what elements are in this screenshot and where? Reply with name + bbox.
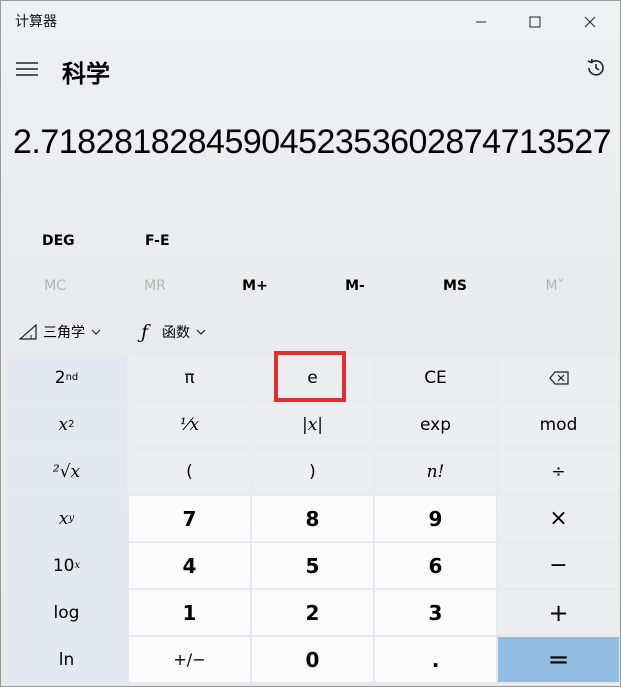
power-button[interactable]: xy (6, 496, 127, 541)
divide-button[interactable]: ÷ (498, 449, 619, 494)
digit-6-button[interactable]: 6 (375, 543, 496, 588)
keypad: 2nd π e CE x2 ⅟x |x| exp mod ²√x ( ) n! … (6, 355, 619, 682)
second-button[interactable]: 2nd (6, 355, 127, 400)
header: 科学 (1, 45, 620, 93)
chevron-down-icon (91, 329, 101, 335)
negate-button[interactable]: +/− (129, 637, 250, 682)
reciprocal-button[interactable]: ⅟x (129, 402, 250, 447)
minimize-icon (476, 21, 486, 23)
history-icon (587, 58, 604, 76)
exp-button[interactable]: exp (375, 402, 496, 447)
close-button[interactable] (567, 5, 613, 39)
square-button[interactable]: x2 (6, 402, 127, 447)
triangle-ruler-icon (19, 324, 37, 340)
hamburger-icon (16, 62, 38, 76)
mode-title: 科学 (62, 60, 110, 88)
menu-button[interactable] (11, 53, 43, 85)
calculator-window: 计算器 科学 2.7182818284590452353602874713527… (0, 0, 621, 687)
maximize-icon (529, 16, 541, 28)
ten-power-button[interactable]: 10 x (6, 543, 127, 588)
add-button[interactable]: + (498, 590, 619, 635)
factorial-button[interactable]: n! (375, 449, 496, 494)
minimize-button[interactable] (458, 5, 504, 39)
clear-entry-button[interactable]: CE (375, 355, 496, 400)
digit-5-button[interactable]: 5 (252, 543, 373, 588)
trig-dropdown[interactable]: 三角学 (19, 319, 101, 345)
backspace-icon (548, 370, 569, 385)
digit-3-button[interactable]: 3 (375, 590, 496, 635)
mod-button[interactable]: mod (498, 402, 619, 447)
square-root-button[interactable]: ²√x (6, 449, 127, 494)
function-label: 函数 (162, 325, 191, 341)
equals-button[interactable]: = (498, 637, 619, 682)
app-title: 计算器 (15, 14, 57, 30)
log-button[interactable]: log (6, 590, 127, 635)
result-display: 2.7182818284590452353602874713527 (13, 123, 612, 161)
backspace-button[interactable] (498, 355, 619, 400)
digit-1-button[interactable]: 1 (129, 590, 250, 635)
memory-add-button[interactable]: M+ (205, 269, 305, 303)
e-button[interactable]: e (252, 355, 373, 400)
memory-store-button[interactable]: MS (405, 269, 505, 303)
ln-button[interactable]: ln (6, 637, 127, 682)
digit-2-button[interactable]: 2 (252, 590, 373, 635)
digit-4-button[interactable]: 4 (129, 543, 250, 588)
memory-recall-button[interactable]: MR (105, 269, 205, 303)
function-icon: ƒ (141, 321, 149, 343)
subtract-button[interactable]: − (498, 543, 619, 588)
memory-subtract-button[interactable]: M- (305, 269, 405, 303)
digit-9-button[interactable]: 9 (375, 496, 496, 541)
angle-unit-button[interactable]: DEG (42, 233, 75, 249)
trig-label: 三角学 (43, 325, 85, 341)
left-paren-button[interactable]: ( (129, 449, 250, 494)
pi-button[interactable]: π (129, 355, 250, 400)
multiply-button[interactable]: × (498, 496, 619, 541)
function-dropdown[interactable]: ƒ 函数 (141, 319, 206, 345)
history-button[interactable] (579, 51, 613, 85)
absolute-button[interactable]: |x| (252, 402, 373, 447)
maximize-button[interactable] (512, 5, 558, 39)
digit-0-button[interactable]: 0 (252, 637, 373, 682)
memory-row: MC MR M+ M- MS M˅ (5, 269, 617, 303)
decimal-button[interactable]: . (375, 637, 496, 682)
chevron-down-icon (196, 329, 206, 335)
digit-8-button[interactable]: 8 (252, 496, 373, 541)
memory-list-button[interactable]: M˅ (505, 269, 605, 303)
close-icon (584, 16, 596, 28)
title-bar: 计算器 (1, 1, 620, 43)
memory-clear-button[interactable]: MC (5, 269, 105, 303)
fe-button[interactable]: F-E (145, 233, 170, 249)
digit-7-button[interactable]: 7 (129, 496, 250, 541)
right-paren-button[interactable]: ) (252, 449, 373, 494)
